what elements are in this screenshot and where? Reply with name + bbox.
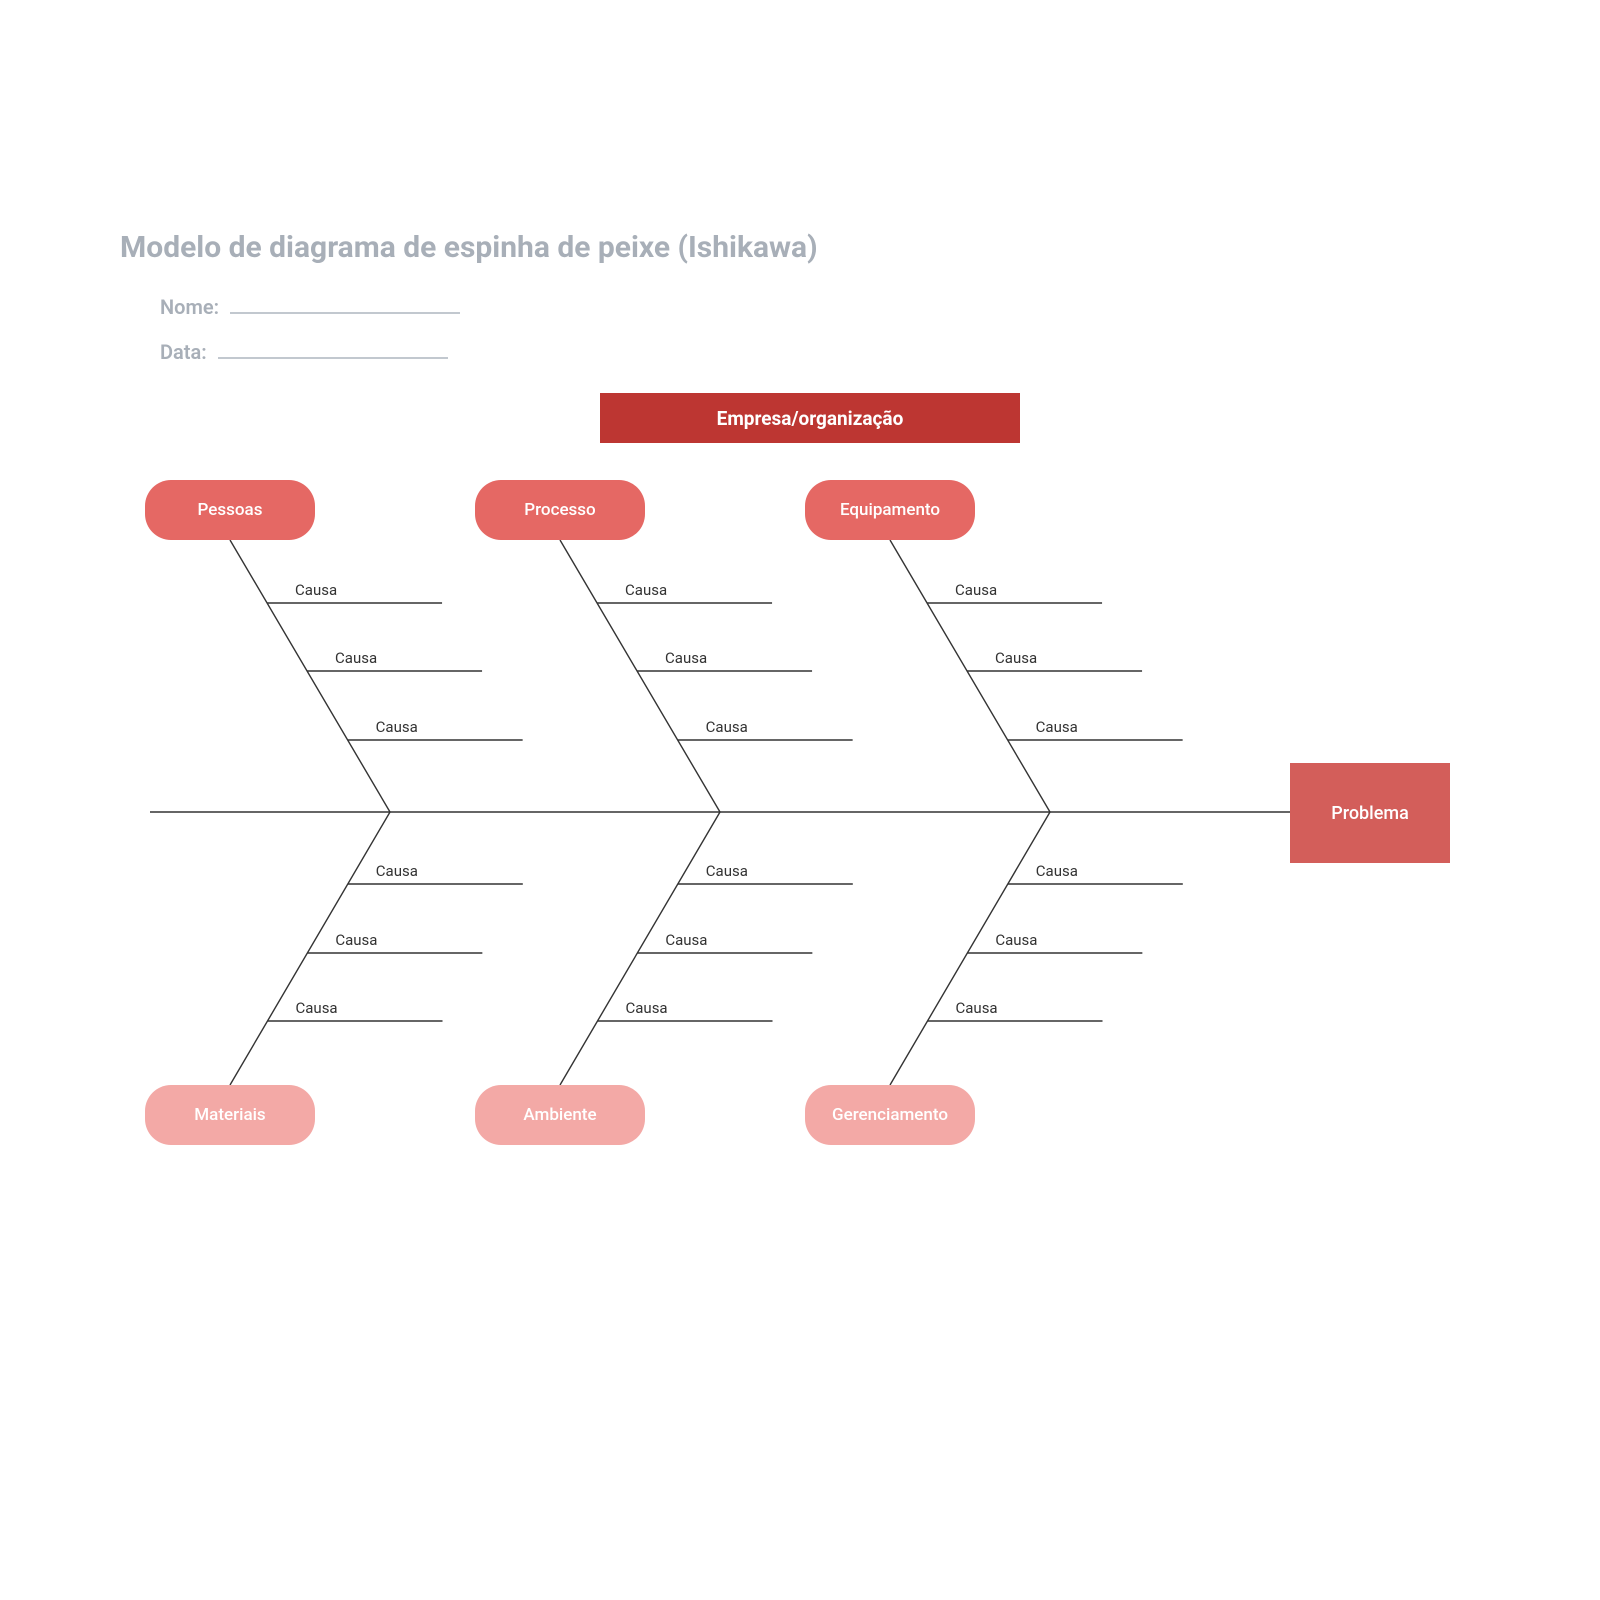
category-processo: Processo <box>475 480 645 540</box>
diagram-title: Modelo de diagrama de espinha de peixe (… <box>120 230 818 265</box>
cause-label: Causa <box>296 999 338 1017</box>
cause-label: Causa <box>665 649 707 667</box>
field-nome-label: Nome: <box>160 295 219 319</box>
cause-label: Causa <box>335 931 377 949</box>
category-gerenciamento: Gerenciamento <box>805 1085 975 1145</box>
category-materiais: Materiais <box>145 1085 315 1145</box>
context-banner: Empresa/organização <box>600 393 1020 443</box>
cause-label: Causa <box>295 581 337 599</box>
cause-label: Causa <box>956 999 998 1017</box>
cause-label: Causa <box>1036 862 1078 880</box>
field-nome-blank[interactable] <box>230 312 460 314</box>
field-data-blank[interactable] <box>218 357 448 359</box>
cause-label: Causa <box>1036 718 1078 736</box>
cause-label: Causa <box>995 649 1037 667</box>
category-pessoas: Pessoas <box>145 480 315 540</box>
cause-label: Causa <box>995 931 1037 949</box>
cause-label: Causa <box>376 862 418 880</box>
field-data-label: Data: <box>160 340 207 364</box>
category-ambiente: Ambiente <box>475 1085 645 1145</box>
cause-label: Causa <box>376 718 418 736</box>
cause-label: Causa <box>706 718 748 736</box>
field-nome: Nome: <box>160 295 460 319</box>
cause-label: Causa <box>665 931 707 949</box>
cause-label: Causa <box>625 581 667 599</box>
problem-box: Problema <box>1290 763 1450 863</box>
cause-label: Causa <box>335 649 377 667</box>
cause-label: Causa <box>626 999 668 1017</box>
category-equipamento: Equipamento <box>805 480 975 540</box>
cause-label: Causa <box>955 581 997 599</box>
field-data: Data: <box>160 340 448 364</box>
cause-label: Causa <box>706 862 748 880</box>
